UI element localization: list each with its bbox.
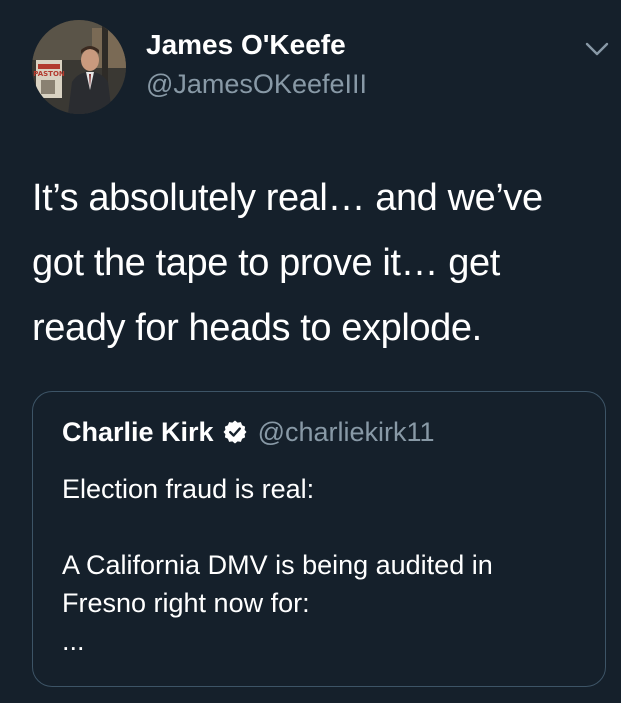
verified-badge-icon [222, 419, 248, 445]
quoted-tweet-card[interactable]: Charlie Kirk @charliekirk11 Election fra… [32, 391, 606, 687]
quoted-text-line: Election fraud is real: [62, 474, 315, 504]
quoted-tweet-text: Election fraud is real: A California DMV… [62, 470, 592, 660]
tweet-text-line: got the tape to prove it… get [32, 242, 500, 284]
avatar-sign-text: PASTON [33, 70, 65, 78]
profile-photo: PASTON [32, 20, 126, 114]
quoted-tweet-header: Charlie Kirk @charliekirk11 [62, 414, 435, 450]
tweet: PASTON James O'Keefe @JamesOKeefeIII It’… [0, 0, 621, 703]
quoted-text-line: ... [62, 626, 85, 656]
quoted-text-line: Fresno right now for: [62, 588, 310, 618]
avatar[interactable]: PASTON [32, 20, 126, 114]
tweet-text-line: It’s absolutely real… and we’ve [32, 177, 543, 219]
quoted-text-line: A California DMV is being audited in [62, 550, 493, 580]
tweet-text-line: ready for heads to explode. [32, 307, 482, 349]
quoted-author-handle: @charliekirk11 [257, 417, 435, 447]
quoted-author-name: Charlie Kirk [62, 417, 214, 447]
chevron-down-icon[interactable] [583, 38, 611, 60]
author-display-name[interactable]: James O'Keefe [146, 28, 346, 62]
author-handle[interactable]: @JamesOKeefeIII [146, 68, 367, 100]
quoted-text-line [62, 508, 592, 546]
tweet-text: It’s absolutely real… and we’ve got the … [32, 166, 602, 361]
